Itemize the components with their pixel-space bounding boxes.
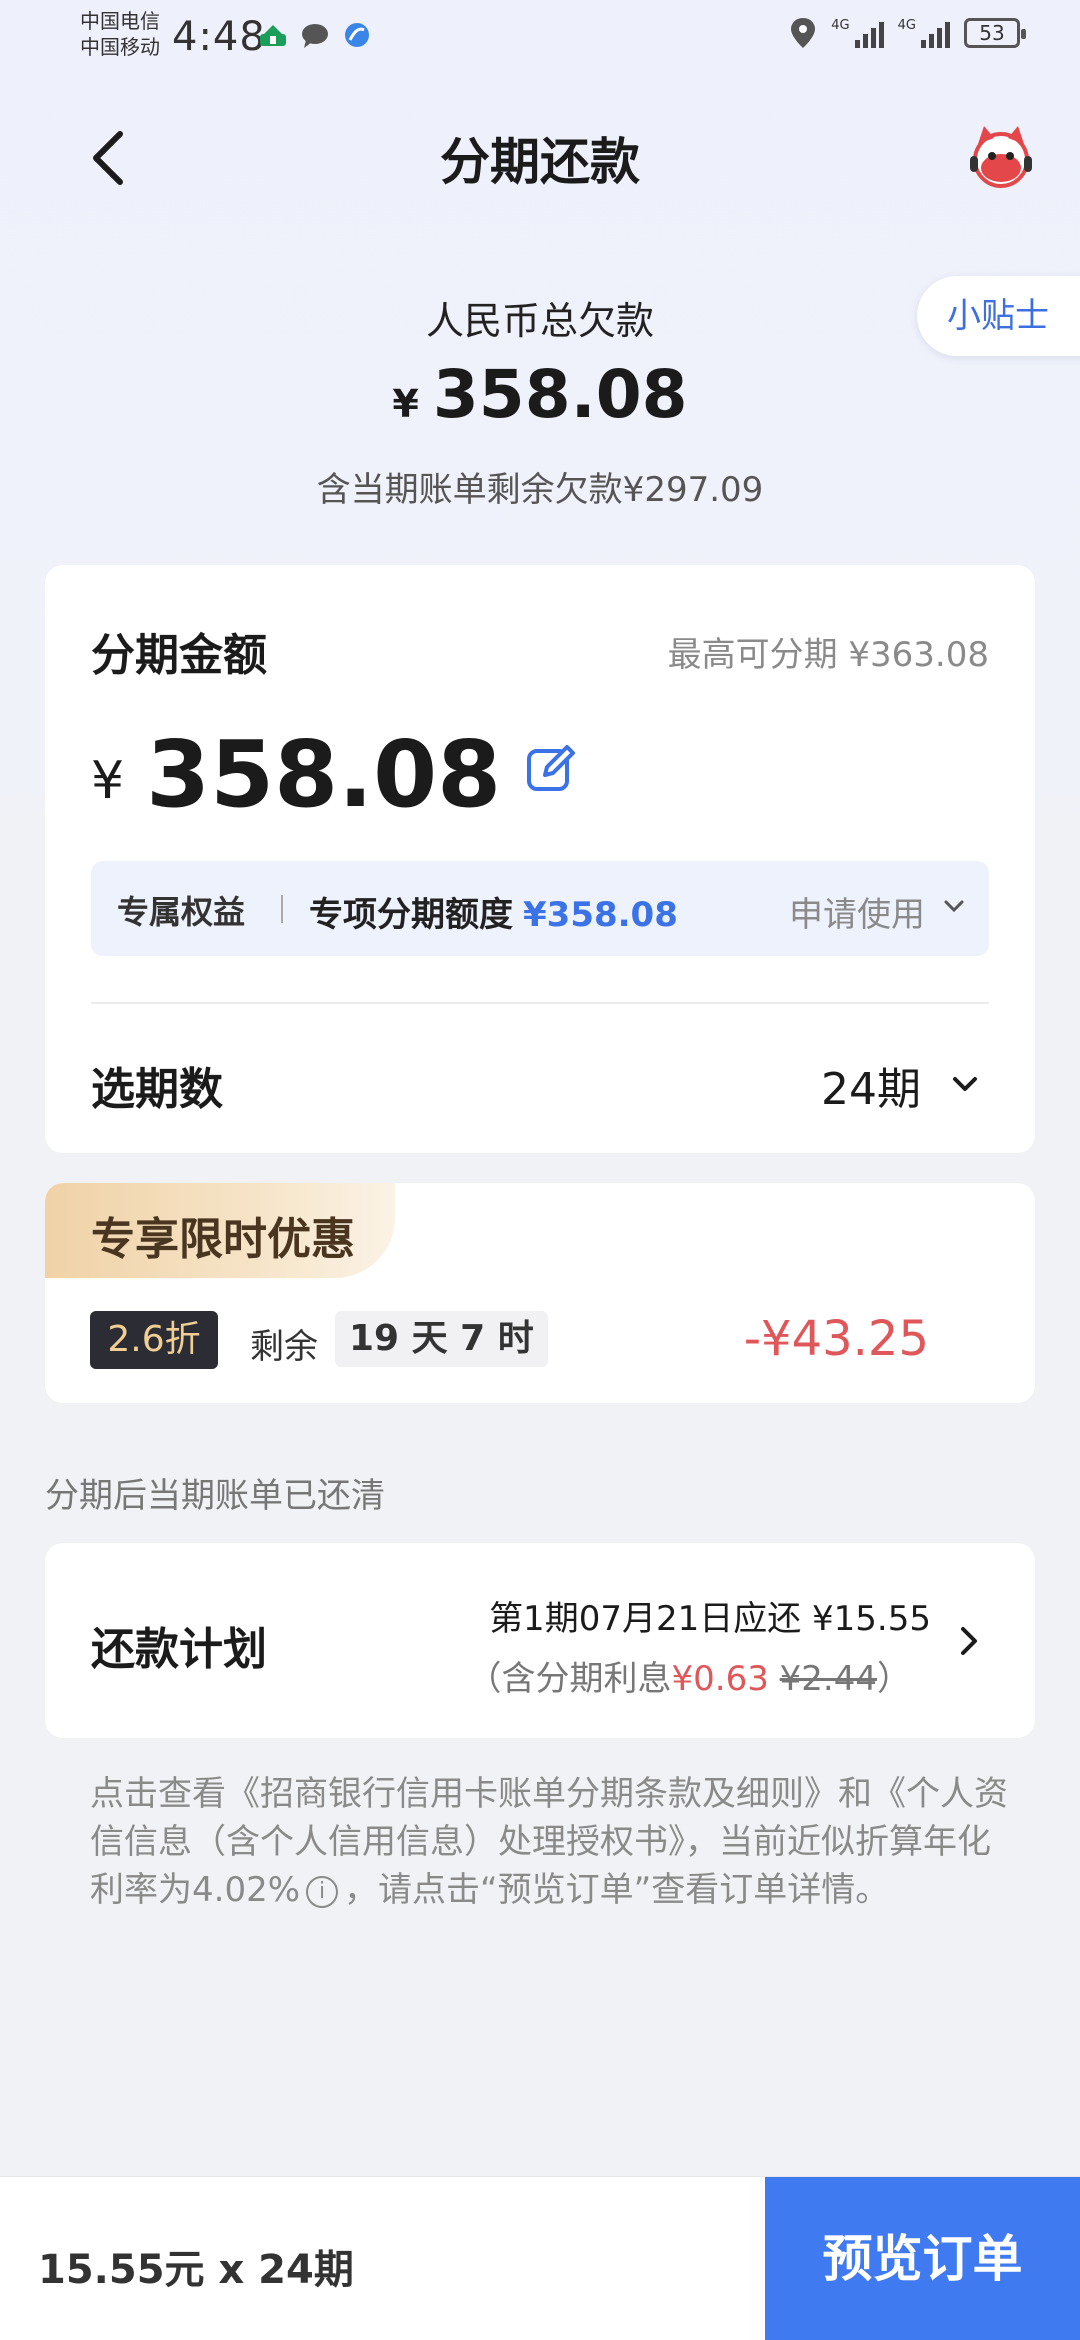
- apply-use-link[interactable]: 申请使用: [789, 887, 925, 936]
- period-selector[interactable]: 24期: [821, 1053, 983, 1117]
- promo-card: 专享限时优惠 2.6折 剩余 19 天 7 时 -¥43.25: [45, 1183, 1035, 1403]
- installment-amount-row: ¥ 358.08: [91, 725, 577, 825]
- info-icon[interactable]: i: [306, 1875, 339, 1908]
- benefit-amount: ¥358.08: [523, 895, 678, 935]
- divider: [91, 1002, 989, 1004]
- interest-amount: ¥0.63: [671, 1659, 769, 1699]
- terms-part2: 和: [838, 1774, 872, 1814]
- interest-suffix: ）: [877, 1659, 911, 1699]
- first-payment-info: 第1期07月21日应还 ¥15.55: [489, 1599, 931, 1639]
- preview-order-button[interactable]: 预览订单: [765, 2177, 1080, 2340]
- installment-amount-label: 分期金额: [91, 630, 267, 681]
- carrier-1: 中国电信: [80, 9, 160, 33]
- benefit-tag: 专属权益: [117, 893, 246, 931]
- terms-link-installment[interactable]: 《招商银行信用卡账单分期条款及细则》: [226, 1774, 838, 1814]
- page-title: 分期还款: [440, 133, 640, 191]
- bottom-bar: 15.55元 x 24期 预览订单: [0, 2176, 1080, 2340]
- home-app-icon: [260, 25, 286, 46]
- chevron-right-icon: [961, 1627, 977, 1655]
- message-icon: [302, 24, 328, 48]
- terms-part1: 点击查看: [90, 1774, 226, 1814]
- remaining-label: 剩余: [250, 1327, 318, 1367]
- mascot-customer-service-icon[interactable]: [966, 122, 1036, 192]
- location-icon: [791, 18, 816, 48]
- benefit-separator: [281, 895, 283, 923]
- period-value: 24期: [821, 1064, 921, 1115]
- interest-info: （含分期利息¥0.63 ¥2.44）: [468, 1651, 912, 1700]
- carrier-names: 中国电信 中国移动: [80, 8, 160, 60]
- max-installment: 最高可分期 ¥363.08: [667, 635, 989, 675]
- browser-icon: [345, 23, 369, 47]
- chevron-down-icon: [953, 1077, 977, 1091]
- period-label: 选期数: [91, 1064, 223, 1115]
- benefit-text: 专项分期额度 ¥358.08: [309, 887, 678, 936]
- status-time: 4:48: [172, 14, 266, 60]
- exclusive-benefit-bar[interactable]: 专属权益 专项分期额度 ¥358.08 申请使用: [91, 861, 989, 956]
- promo-title: 专享限时优惠: [91, 1214, 355, 1265]
- currency-symbol: ¥: [91, 751, 125, 811]
- terms-part4: ，请点击“预览订单”查看订单详情。: [344, 1870, 890, 1910]
- currency-symbol: ¥: [392, 382, 419, 426]
- edit-icon[interactable]: [525, 743, 577, 795]
- installment-card: 分期金额 最高可分期 ¥363.08 ¥ 358.08 专属权益 专项分期额度 ¥…: [45, 565, 1035, 1153]
- repayment-plan-row[interactable]: 还款计划 第1期07月21日应还 ¥15.55 （含分期利息¥0.63 ¥2.4…: [45, 1543, 1035, 1738]
- saving-amount: -¥43.25: [743, 1311, 929, 1367]
- countdown-timer: 19 天 7 时: [335, 1311, 548, 1367]
- signal-icon-2: 4G: [898, 18, 950, 48]
- chevron-down-icon: [944, 900, 964, 913]
- signal-icon-1: 4G: [831, 18, 884, 48]
- total-debt-amount: ¥358.08: [0, 356, 1080, 433]
- terms-text: 点击查看《招商银行信用卡账单分期条款及细则》和《个人资信信息（含个人信用信息）处…: [90, 1770, 1010, 1914]
- remaining-bill-note: 含当期账单剩余欠款¥297.09: [316, 470, 764, 510]
- discount-badge: 2.6折: [90, 1311, 218, 1369]
- promo-header: 专享限时优惠: [45, 1183, 395, 1278]
- status-right: 4G 4G 53: [789, 16, 1026, 50]
- carrier-2: 中国移动: [80, 35, 160, 59]
- payment-summary: 15.55元 x 24期: [38, 2247, 354, 2293]
- total-debt-value: 358.08: [432, 356, 688, 433]
- repayment-plan-label: 还款计划: [91, 1624, 267, 1675]
- bill-cleared-note: 分期后当期账单已还清: [45, 1476, 385, 1516]
- status-bar: 中国电信 中国移动 4:48 4G 4G 53: [0, 0, 1080, 70]
- total-debt-label: 人民币总欠款: [425, 299, 654, 343]
- interest-prefix: （含分期利息: [467, 1659, 672, 1699]
- benefit-label: 专项分期额度: [309, 895, 513, 935]
- battery-icon: 53: [964, 18, 1026, 48]
- installment-amount-value: 358.08: [146, 721, 502, 828]
- original-interest: ¥2.44: [779, 1659, 877, 1699]
